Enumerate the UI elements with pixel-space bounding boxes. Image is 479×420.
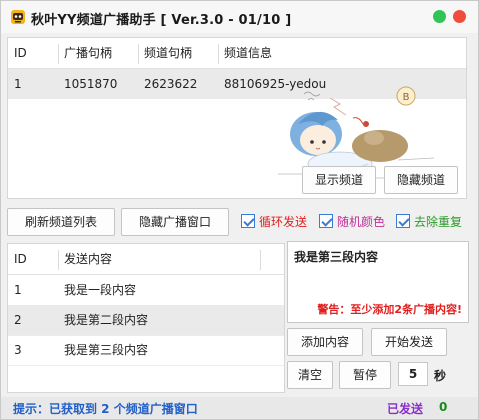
message-table-header: ID 发送内容 bbox=[8, 244, 284, 275]
start-send-button[interactable]: 开始发送 bbox=[371, 328, 447, 356]
clear-button[interactable]: 清空 bbox=[287, 361, 333, 389]
message-table: ID 发送内容 1 我是一段内容 2 我是第二段内容 3 我是第三段内容 bbox=[7, 243, 285, 393]
checkbox-checked-icon[interactable] bbox=[396, 214, 410, 228]
cell-content: 我是第二段内容 bbox=[64, 313, 149, 327]
channel-table-header: ID 广播句柄 频道句柄 频道信息 bbox=[8, 38, 466, 69]
status-bar: 提示：已获取到 2 个频道广播窗口 已发送 0 bbox=[1, 397, 478, 419]
checkbox-checked-icon[interactable] bbox=[241, 214, 255, 228]
random-color-label: 随机颜色 bbox=[337, 215, 386, 229]
title-bar[interactable]: 秋叶YY频道广播助手 [ Ver.3.0 - 01/10 ] bbox=[1, 1, 478, 33]
col-id[interactable]: ID bbox=[8, 244, 58, 274]
window-title: 秋叶YY频道广播助手 [ Ver.3.0 - 01/10 ] bbox=[31, 13, 292, 28]
sent-label: 已发送 bbox=[387, 402, 424, 416]
cell-id: 1 bbox=[14, 77, 22, 91]
app-logo-icon bbox=[11, 10, 25, 24]
refresh-channel-list-button[interactable]: 刷新频道列表 bbox=[7, 208, 115, 236]
table-row[interactable]: 3 我是第三段内容 bbox=[8, 335, 284, 366]
cell-id: 3 bbox=[14, 343, 22, 357]
sent-count: 0 bbox=[439, 400, 448, 414]
hide-broadcast-window-button[interactable]: 隐藏广播窗口 bbox=[121, 208, 229, 236]
loop-send-label: 循环发送 bbox=[259, 215, 308, 229]
col-id[interactable]: ID bbox=[8, 38, 58, 68]
status-message: 提示：已获取到 2 个频道广播窗口 bbox=[13, 402, 198, 416]
checkbox-checked-icon[interactable] bbox=[319, 214, 333, 228]
cell-id: 1 bbox=[14, 283, 22, 297]
warning-text: 警告：至少添加2条广播内容! bbox=[317, 303, 462, 316]
col-content[interactable]: 发送内容 bbox=[58, 244, 258, 274]
cell-content: 我是一段内容 bbox=[64, 283, 137, 297]
cell-id: 2 bbox=[14, 313, 22, 327]
col-channel-handle[interactable]: 频道句柄 bbox=[138, 38, 218, 68]
minimize-button[interactable] bbox=[433, 10, 446, 23]
hide-channel-button[interactable]: 隐藏频道 bbox=[384, 166, 458, 194]
col-channel-info[interactable]: 频道信息 bbox=[218, 38, 418, 68]
pause-button[interactable]: 暂停 bbox=[339, 361, 391, 389]
col-broadcast-handle[interactable]: 广播句柄 bbox=[58, 38, 138, 68]
close-button[interactable] bbox=[453, 10, 466, 23]
table-row[interactable]: 1 我是一段内容 bbox=[8, 275, 284, 306]
table-row[interactable]: 2 我是第二段内容 bbox=[8, 305, 284, 336]
channel-table: ID 广播句柄 频道句柄 频道信息 1 1051870 2623622 8810… bbox=[7, 37, 467, 199]
interval-unit: 秒 bbox=[434, 369, 447, 383]
message-editor[interactable]: 我是第三段内容 警告：至少添加2条广播内容! bbox=[287, 241, 469, 323]
dedupe-label: 去除重复 bbox=[414, 215, 463, 229]
main-window: 秋叶YY频道广播助手 [ Ver.3.0 - 01/10 ] ID 广播句柄 频… bbox=[0, 0, 479, 420]
cell-broadcast-handle: 1051870 bbox=[64, 77, 118, 91]
cell-channel-handle: 2623622 bbox=[144, 77, 198, 91]
mascot-badge-text: B bbox=[403, 92, 410, 103]
editor-text: 我是第三段内容 bbox=[294, 250, 379, 264]
add-content-button[interactable]: 添加内容 bbox=[287, 328, 363, 356]
cell-content: 我是第三段内容 bbox=[64, 343, 149, 357]
interval-input[interactable]: 5 bbox=[398, 362, 428, 386]
show-channel-button[interactable]: 显示频道 bbox=[302, 166, 376, 194]
